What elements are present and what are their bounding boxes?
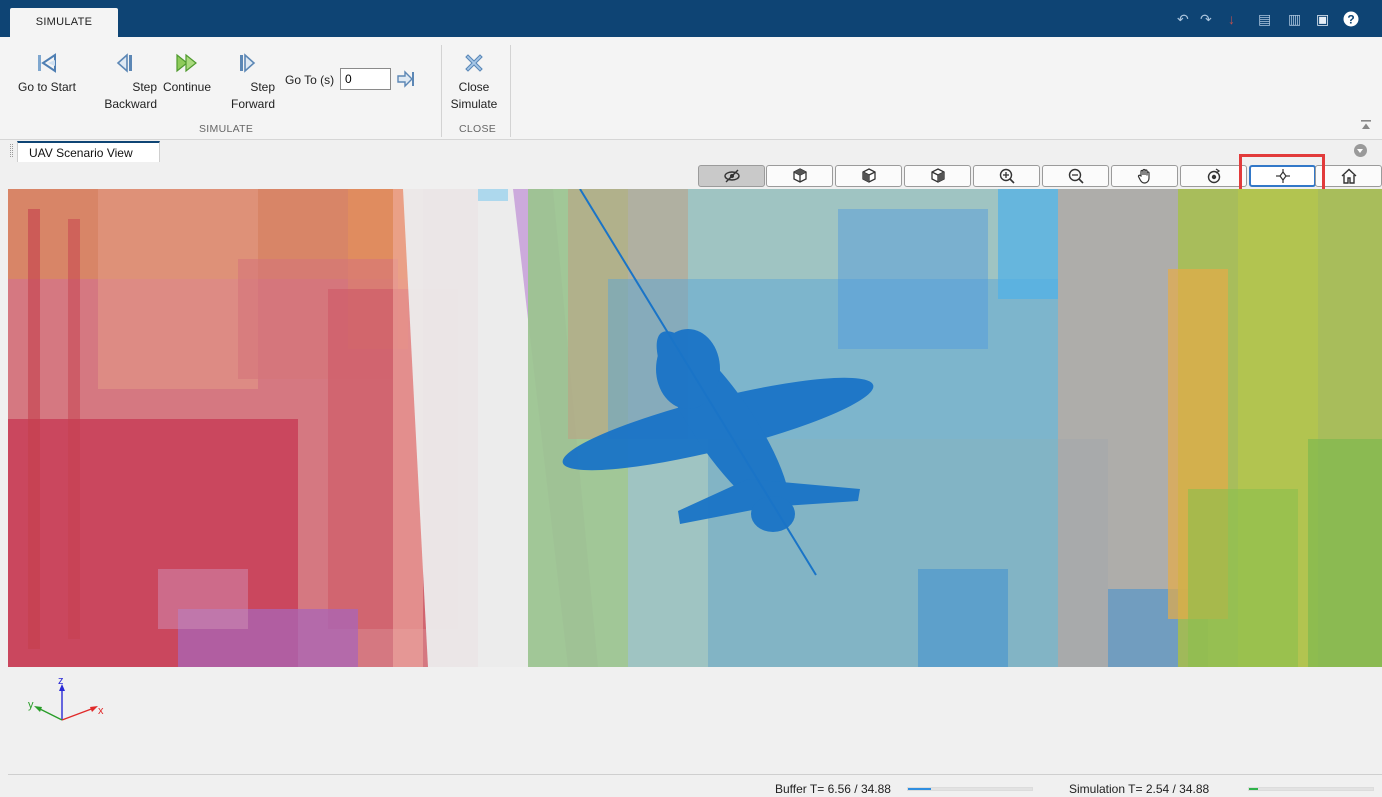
building	[98, 189, 258, 389]
step-forward-label: Step Forward	[230, 80, 275, 111]
scene-canvas[interactable]	[8, 189, 1382, 667]
buffer-progress-bar	[907, 787, 1033, 791]
view-cube-button[interactable]	[766, 165, 833, 187]
close-simulate-label: Close Simulate	[450, 80, 498, 111]
building	[1188, 489, 1298, 667]
group-separator	[510, 45, 511, 137]
building	[158, 569, 248, 629]
continue-icon	[176, 53, 197, 73]
go-to-icon[interactable]	[396, 69, 416, 89]
rotate-icon	[1207, 168, 1220, 184]
cube-back-icon	[930, 168, 945, 183]
x-axis-label: x	[98, 705, 104, 717]
hide-button[interactable]	[698, 165, 765, 187]
tab-uav-scenario-view[interactable]: UAV Scenario View	[17, 141, 160, 162]
simulation-time-text: Simulation T= 2.54 / 34.88	[1069, 782, 1210, 796]
step-forward-button[interactable]: Step Forward	[221, 51, 275, 113]
toolstrip-tab-bar: SIMULATE ↶ ↷ ↓ ▤ ▥ ▣ ?	[0, 0, 1382, 37]
hide-icon	[723, 169, 740, 183]
go-to-start-label: Go to Start	[17, 80, 77, 94]
view-side-button[interactable]	[835, 165, 902, 187]
ribbon: Go to Start Step Backward Continue Step …	[0, 37, 1382, 140]
paste-icon[interactable]: ▥	[1288, 11, 1301, 27]
home-icon	[1341, 168, 1356, 184]
close-simulate-button[interactable]: Close Simulate	[448, 51, 500, 113]
building	[918, 569, 1008, 667]
uav-scenario-view: z y x	[8, 154, 1382, 774]
step-backward-button[interactable]: Step Backward	[91, 51, 157, 113]
close-x-icon	[465, 54, 483, 72]
close-group-title: CLOSE	[459, 123, 497, 135]
go-to-start-button[interactable]: Go to Start	[14, 51, 80, 96]
pan-button[interactable]	[1111, 165, 1178, 187]
building	[28, 209, 40, 649]
zoom-out-icon	[1068, 168, 1084, 184]
axes-indicator: z y x	[28, 675, 104, 721]
buffer-time-text: Buffer T= 6.56 / 34.88	[775, 782, 891, 796]
buffer-progress-fill	[908, 788, 932, 790]
undo-icon[interactable]: ↶	[1177, 11, 1189, 27]
redo-icon[interactable]: ↷	[1200, 11, 1212, 27]
step-backward-icon	[116, 53, 132, 73]
step-backward-label: Step Backward	[104, 80, 157, 111]
simulate-group-title: SIMULATE	[199, 123, 254, 135]
zoom-in-button[interactable]	[973, 165, 1040, 187]
cube-view-icon	[792, 168, 807, 183]
rotate-button[interactable]	[1180, 165, 1247, 187]
pan-hand-icon	[1137, 168, 1150, 184]
status-bar: Buffer T= 6.56 / 34.88 Simulation T= 2.5…	[8, 774, 1382, 797]
zoom-out-button[interactable]	[1042, 165, 1109, 187]
view-back-button[interactable]	[904, 165, 971, 187]
help-icon[interactable]: ?	[1343, 11, 1359, 27]
go-to-start-icon	[38, 53, 56, 73]
simulation-progress-fill	[1249, 788, 1259, 790]
save-icon[interactable]: ▣	[1316, 11, 1329, 27]
go-to-label: Go To (s)	[285, 73, 335, 87]
step-forward-icon	[240, 53, 256, 73]
document-tab-bar: UAV Scenario View	[0, 140, 1382, 162]
go-to-time-input[interactable]	[340, 68, 391, 90]
app-window: SIMULATE ↶ ↷ ↓ ▤ ▥ ▣ ? Go to Start Step …	[0, 0, 1382, 797]
continue-button[interactable]: Continue	[158, 51, 216, 96]
cube-side-icon	[861, 168, 876, 183]
svg-text:?: ?	[1347, 12, 1354, 26]
building	[838, 209, 988, 349]
z-axis-label: z	[58, 675, 64, 687]
pin-icon[interactable]: ↓	[1228, 11, 1235, 27]
building	[478, 189, 508, 201]
home-button[interactable]	[1315, 165, 1382, 187]
tab-simulate[interactable]: SIMULATE	[10, 8, 118, 37]
view-toolbar	[8, 154, 1382, 195]
collapse-ribbon-icon[interactable]	[1360, 119, 1372, 131]
group-separator	[441, 45, 442, 137]
document-menu-icon[interactable]	[1354, 144, 1367, 157]
simulation-progress-bar	[1248, 787, 1374, 791]
continue-label: Continue	[162, 80, 212, 94]
building	[68, 219, 80, 639]
building	[1308, 439, 1382, 667]
building	[998, 189, 1058, 299]
y-axis-label: y	[28, 699, 34, 711]
zoom-in-icon	[999, 168, 1015, 184]
grip-handle[interactable]	[10, 144, 13, 157]
copy-icon[interactable]: ▤	[1258, 11, 1271, 27]
